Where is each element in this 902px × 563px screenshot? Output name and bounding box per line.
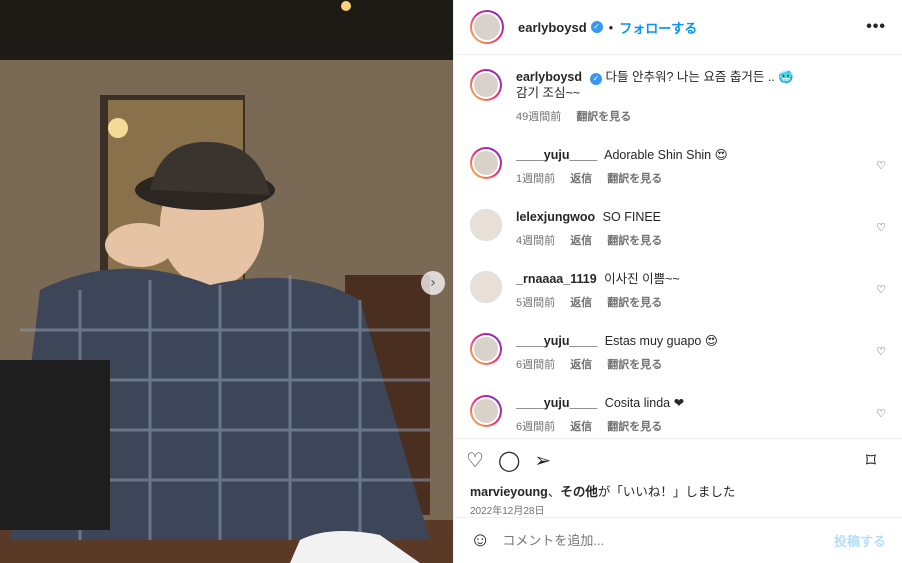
comment-text: Estas muy guapo 😍	[604, 334, 718, 348]
post-photo[interactable]: ›	[0, 0, 453, 563]
action-bar: ♡ ◯ ➢ ⌑	[454, 438, 902, 482]
reply-link[interactable]: 返信	[570, 235, 592, 247]
comment-like-heart-icon[interactable]: ♡	[876, 345, 886, 358]
translate-link[interactable]: 翻訳を見る	[607, 359, 662, 371]
comment-like-heart-icon[interactable]: ♡	[876, 159, 886, 172]
verified-icon: ✓	[590, 73, 603, 85]
likes-separator: 、	[547, 485, 561, 499]
commenter-username[interactable]: lelexjungwoo	[516, 210, 595, 224]
post-header: earlyboysd ✓ • フォローする •••	[454, 0, 902, 55]
post-comment-button[interactable]: 投稿する	[834, 531, 886, 550]
comment-text: 이사진 이쁨~~	[604, 272, 680, 286]
comment-composer: ☺ 投稿する	[454, 517, 902, 563]
likes-others-link[interactable]: その他	[560, 485, 598, 499]
commenter-avatar[interactable]	[470, 209, 502, 241]
comment-item: ____yuju____ Cosita linda ❤ 6週間前 返信 翻訳を見…	[470, 395, 888, 435]
comment-item: ____yuju____ Estas muy guapo 😍 6週間前 返信 翻…	[470, 333, 888, 373]
comment-icon[interactable]: ◯	[498, 448, 520, 473]
verified-icon: ✓	[590, 21, 603, 33]
comment-time[interactable]: 6週間前	[516, 421, 555, 433]
comment-input[interactable]	[502, 533, 834, 548]
reply-link[interactable]: 返信	[570, 421, 592, 433]
photo-illustration	[0, 0, 453, 563]
caption-avatar[interactable]	[470, 69, 502, 101]
translate-link[interactable]: 翻訳を見る	[576, 111, 631, 123]
comment-like-heart-icon[interactable]: ♡	[876, 283, 886, 296]
commenter-avatar[interactable]	[470, 147, 502, 179]
likes-suffix: が「いいね！」しました	[597, 485, 736, 499]
comments-list[interactable]: earlyboysd ✓ 다들 안추워? 나는 요즘 춥거든 .. 🥶 감기 조심…	[454, 55, 902, 438]
follow-button[interactable]: フォローする	[619, 18, 697, 37]
comment-time[interactable]: 6週間前	[516, 359, 555, 371]
reply-link[interactable]: 返信	[570, 297, 592, 309]
caption-username[interactable]: earlyboysd	[516, 70, 582, 84]
reply-link[interactable]: 返信	[570, 359, 592, 371]
commenter-username[interactable]: _rnaaaa_1119	[516, 272, 597, 286]
liker-username[interactable]: marvieyoung	[470, 485, 548, 499]
comment-text: SO FINEE	[602, 210, 662, 224]
separator-dot: •	[608, 19, 614, 35]
commenter-username[interactable]: ____yuju____	[516, 148, 597, 162]
caption: earlyboysd ✓ 다들 안추워? 나는 요즘 춥거든 .. 🥶 감기 조심…	[470, 69, 888, 125]
comment-item: _rnaaaa_1119 이사진 이쁨~~ 5週間前 返信 翻訳を見る ♡	[470, 271, 888, 311]
comment-time[interactable]: 4週間前	[516, 235, 555, 247]
share-icon[interactable]: ➢	[534, 448, 551, 473]
translate-link[interactable]: 翻訳を見る	[607, 297, 662, 309]
post-panel: earlyboysd ✓ • フォローする ••• earlyboysd ✓ 다들…	[453, 0, 902, 563]
commenter-avatar[interactable]	[470, 271, 502, 303]
comment-text: Adorable Shin Shin 😍	[604, 148, 728, 162]
author-avatar[interactable]	[470, 10, 504, 44]
reply-link[interactable]: 返信	[570, 173, 592, 185]
author-username[interactable]: earlyboysd	[518, 20, 587, 35]
comment-like-heart-icon[interactable]: ♡	[876, 407, 886, 420]
caption-text-line2: 감기 조심~~	[516, 86, 581, 100]
comment-time[interactable]: 1週間前	[516, 173, 555, 185]
commenter-username[interactable]: ____yuju____	[516, 334, 597, 348]
translate-link[interactable]: 翻訳を見る	[607, 421, 662, 433]
more-options-icon[interactable]: •••	[866, 18, 886, 36]
emoji-icon[interactable]: ☺	[470, 529, 490, 552]
commenter-avatar[interactable]	[470, 395, 502, 427]
commenter-avatar[interactable]	[470, 333, 502, 365]
likes-summary: marvieyoung、その他が「いいね！」しました	[454, 482, 902, 500]
comment-item: lelexjungwoo SO FINEE 4週間前 返信 翻訳を見る ♡	[470, 209, 888, 249]
caption-text: 다들 안추워? 나는 요즘 춥거든 .. 🥶	[605, 70, 794, 84]
bookmark-icon[interactable]: ⌑	[866, 448, 876, 473]
heart-icon[interactable]: ♡	[466, 448, 484, 473]
comment-item: ____yuju____ Adorable Shin Shin 😍 1週間前 返…	[470, 147, 888, 187]
comment-time[interactable]: 5週間前	[516, 297, 555, 309]
comment-text: Cosita linda ❤	[604, 396, 685, 410]
comment-like-heart-icon[interactable]: ♡	[876, 221, 886, 234]
commenter-username[interactable]: ____yuju____	[516, 396, 597, 410]
caption-time[interactable]: 49週間前	[516, 111, 561, 123]
translate-link[interactable]: 翻訳を見る	[607, 173, 662, 185]
carousel-next-button[interactable]: ›	[421, 271, 445, 295]
post-date[interactable]: 2022年12月28日	[454, 500, 902, 517]
translate-link[interactable]: 翻訳を見る	[607, 235, 662, 247]
